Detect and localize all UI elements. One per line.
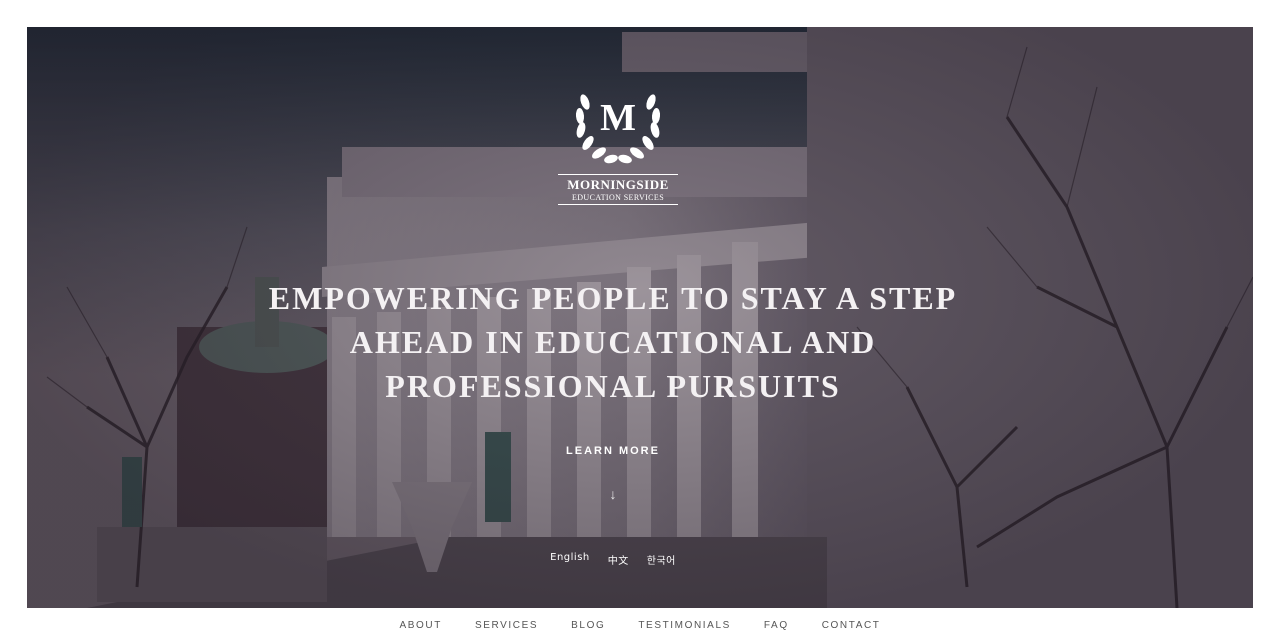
brand-subtitle: EDUCATION SERVICES: [558, 193, 678, 205]
nav-item-services[interactable]: SERVICES: [475, 620, 538, 634]
arrow-down-icon[interactable]: ↓: [605, 486, 621, 502]
hero-headline: EMPOWERING PEOPLE TO STAY A STEP AHEAD I…: [268, 280, 958, 404]
language-option-english[interactable]: English: [550, 552, 590, 567]
brand-logo[interactable]: M MORNINGSIDE EDUCATION SERVICES: [558, 82, 678, 205]
brand-monogram: M: [600, 97, 636, 139]
nav-item-testimonials[interactable]: TESTIMONIALS: [638, 620, 731, 634]
language-switcher: English 中文 한국어: [513, 552, 713, 567]
nav-item-faq[interactable]: FAQ: [764, 620, 789, 634]
language-option-korean[interactable]: 한국어: [647, 552, 676, 567]
nav-item-blog[interactable]: BLOG: [571, 620, 605, 634]
main-navigation: ABOUT SERVICES BLOG TESTIMONIALS FAQ CON…: [0, 620, 1280, 634]
language-option-chinese[interactable]: 中文: [608, 552, 629, 567]
brand-name: MORNINGSIDE: [558, 174, 678, 193]
learn-more-button[interactable]: LEARN MORE: [553, 445, 673, 457]
nav-item-about[interactable]: ABOUT: [399, 620, 441, 634]
laurel-wreath-icon: M: [575, 94, 661, 164]
nav-item-contact[interactable]: CONTACT: [822, 620, 881, 634]
